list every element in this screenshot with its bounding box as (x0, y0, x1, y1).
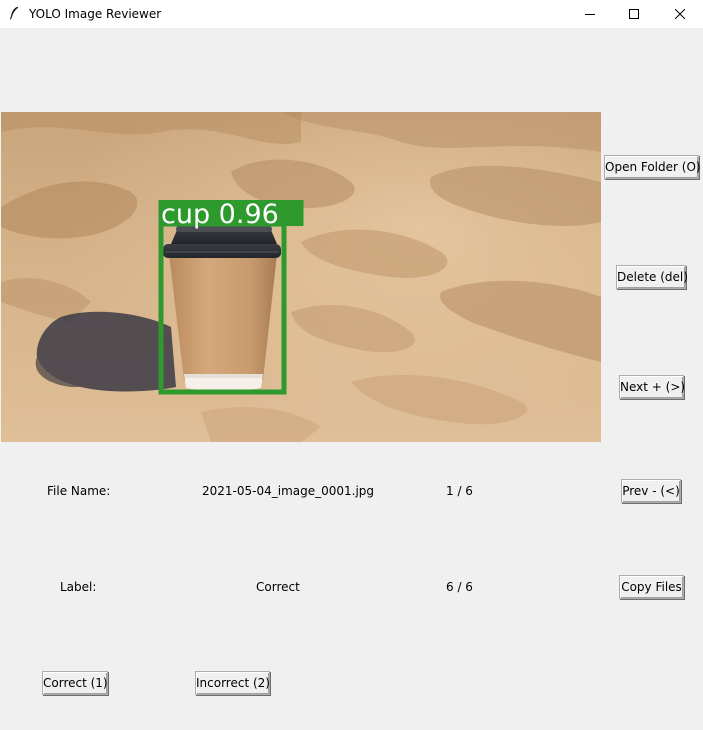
label-value: Correct (256, 580, 300, 594)
label-label: Label: (60, 580, 97, 594)
correct-button[interactable]: Correct (1) (42, 671, 108, 695)
open-folder-button[interactable]: Open Folder (O) (604, 155, 701, 179)
minimize-button[interactable] (567, 0, 613, 28)
maximize-icon (629, 9, 639, 19)
maximize-button[interactable] (611, 0, 657, 28)
close-button[interactable] (657, 0, 703, 28)
window-title: YOLO Image Reviewer (29, 7, 162, 21)
prev-button[interactable]: Prev - (<) (621, 479, 681, 503)
labeled-count: 6 / 6 (446, 580, 473, 594)
delete-button[interactable]: Delete (del) (616, 265, 688, 289)
incorrect-button[interactable]: Incorrect (2) (195, 671, 270, 695)
file-name-label: File Name: (47, 484, 111, 498)
image-index-counter: 1 / 6 (446, 484, 473, 498)
close-icon (675, 9, 685, 19)
next-button[interactable]: Next + (>) (619, 375, 685, 399)
title-bar: YOLO Image Reviewer (0, 0, 703, 28)
minimize-icon (585, 14, 595, 15)
file-name-value: 2021-05-04_image_0001.jpg (202, 484, 375, 498)
copy-files-button[interactable]: Copy Files (619, 575, 684, 599)
feather-icon (9, 6, 19, 20)
image-preview: cup 0.96 (1, 112, 601, 442)
detection-label: cup 0.96 (161, 199, 279, 230)
